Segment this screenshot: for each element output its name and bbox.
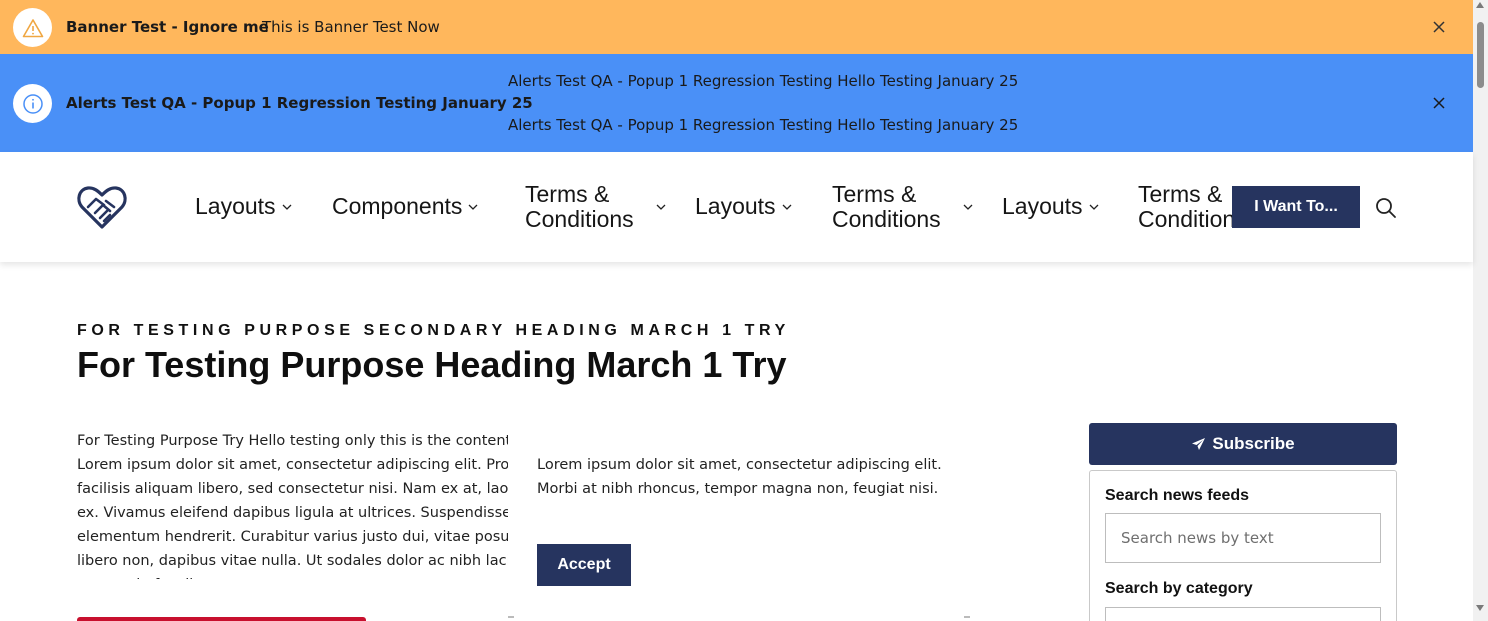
- info-icon: [13, 84, 52, 123]
- close-icon[interactable]: [1430, 18, 1448, 36]
- nav-item-label: Terms & Conditions: [525, 181, 634, 232]
- search-category-label: Search by category: [1105, 580, 1253, 597]
- search-icon[interactable]: [1375, 197, 1397, 219]
- chevron-down-icon: [1089, 201, 1101, 213]
- scrollbar-thumb[interactable]: [1477, 22, 1484, 88]
- warning-banner: Banner Test - Ignore me This is Banner T…: [0, 0, 1473, 54]
- nav-item-label: Layouts: [1002, 193, 1083, 219]
- news-search-panel: Search news feeds Search by category: [1089, 470, 1397, 621]
- chevron-down-icon: [782, 201, 794, 213]
- article-body: For Testing Purpose Try Hello testing on…: [77, 429, 508, 579]
- nav-item-terms[interactable]: Terms & Conditions: [832, 182, 982, 232]
- divider: [964, 616, 970, 618]
- accept-button[interactable]: Accept: [537, 544, 631, 586]
- warning-banner-title: Banner Test - Ignore me: [66, 18, 269, 36]
- nav-item-layouts[interactable]: Layouts: [195, 194, 294, 219]
- nav-item-label: Components: [332, 193, 463, 219]
- alert-banner-line: Alerts Test QA - Popup 1 Regression Test…: [508, 72, 1019, 90]
- consent-popup: Lorem ipsum dolor sit amet, consectetur …: [508, 432, 978, 621]
- alert-banner-line: Alerts Test QA - Popup 1 Regression Test…: [508, 116, 1019, 134]
- nav-item-layouts[interactable]: Layouts: [695, 194, 794, 219]
- site-header: Layouts Components Terms & Conditions La…: [0, 152, 1473, 262]
- scrollbar[interactable]: [1473, 0, 1488, 621]
- nav-item-components[interactable]: Components: [332, 194, 480, 219]
- chevron-down-icon: [468, 201, 480, 213]
- nav-item-label: Terms & Conditions: [832, 181, 941, 232]
- nav-item-terms[interactable]: Terms & Conditions: [525, 182, 675, 232]
- close-icon[interactable]: [1430, 94, 1448, 112]
- nav-item-label: Layouts: [695, 193, 776, 219]
- chevron-down-icon: [282, 201, 294, 213]
- red-accent-button[interactable]: [77, 617, 366, 621]
- article-paragraph: For Testing Purpose Try Hello testing on…: [77, 433, 508, 579]
- nav-item-label: Layouts: [195, 193, 276, 219]
- page-title: For Testing Purpose Heading March 1 Try: [77, 344, 787, 385]
- search-news-label: Search news feeds: [1105, 487, 1250, 504]
- warning-banner-text: This is Banner Test Now: [262, 18, 440, 36]
- scroll-down-arrow-icon[interactable]: [1476, 605, 1484, 611]
- subscribe-label: Subscribe: [1212, 434, 1295, 453]
- category-select[interactable]: [1105, 607, 1381, 621]
- divider: [508, 616, 514, 618]
- subscribe-button[interactable]: Subscribe: [1089, 423, 1397, 465]
- scroll-up-arrow-icon[interactable]: [1476, 2, 1484, 8]
- send-icon: [1192, 438, 1206, 450]
- nav-item-layouts[interactable]: Layouts: [1002, 194, 1101, 219]
- secondary-heading: FOR TESTING PURPOSE SECONDARY HEADING MA…: [77, 322, 790, 339]
- chevron-down-icon: [656, 201, 668, 213]
- alert-banner-title: Alerts Test QA - Popup 1 Regression Test…: [66, 94, 533, 112]
- site-logo[interactable]: [76, 185, 128, 231]
- popup-text: Lorem ipsum dolor sit amet, consectetur …: [537, 457, 942, 497]
- i-want-to-button[interactable]: I Want To...: [1232, 186, 1360, 228]
- search-news-input[interactable]: [1105, 513, 1381, 563]
- alert-banner: Alerts Test QA - Popup 1 Regression Test…: [0, 54, 1473, 152]
- warning-icon: [13, 8, 52, 47]
- chevron-down-icon: [963, 201, 975, 213]
